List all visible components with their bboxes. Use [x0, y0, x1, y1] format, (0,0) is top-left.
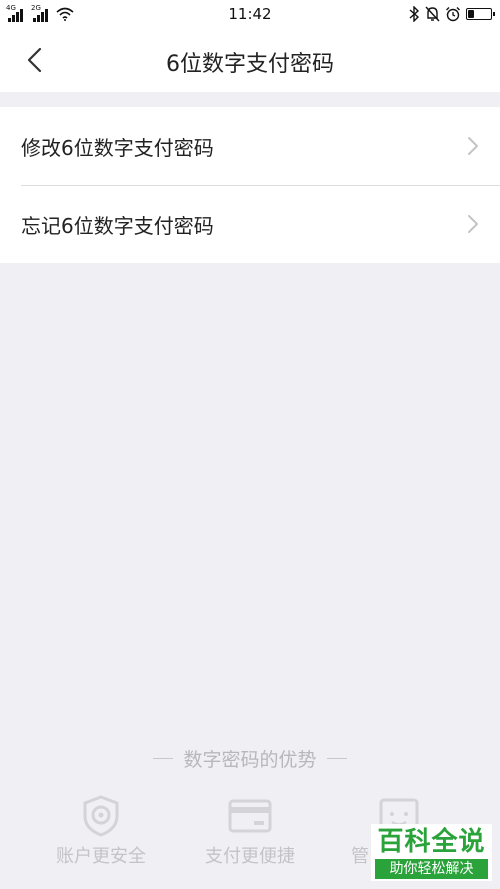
- chevron-right-icon: [468, 137, 478, 155]
- advantages-title-text: 数字密码的优势: [183, 749, 317, 771]
- alarm-icon: [446, 7, 460, 22]
- menu-item-change-password[interactable]: 修改6位数字支付密码: [0, 107, 500, 185]
- advantage-label: 支付更便捷: [205, 846, 295, 867]
- watermark-main-text: 百科全说: [377, 827, 486, 857]
- watermark-sub-text: 助你轻松解决: [375, 859, 488, 879]
- divider-line: [153, 758, 174, 759]
- watermark-logo: 百科全说 助你轻松解决: [371, 824, 492, 881]
- chevron-right-icon: [468, 215, 478, 233]
- page-title: 6位数字支付密码: [166, 52, 334, 77]
- nav-bar: 6位数字支付密码: [0, 28, 500, 92]
- status-bar: 4G 2G 11:42: [0, 0, 500, 28]
- menu-item-label: 修改6位数字支付密码: [21, 135, 214, 160]
- screen: 4G 2G 11:42 6位数字支付密码 修改6位数字支付密码 忘记6位数字支付…: [0, 0, 500, 889]
- menu-item-forgot-password[interactable]: 忘记6位数字支付密码: [0, 185, 500, 263]
- divider-line: [326, 758, 347, 759]
- status-right: [408, 4, 495, 24]
- bell-muted-icon: [425, 6, 440, 22]
- battery-icon: [466, 8, 495, 20]
- bluetooth-icon: [409, 6, 420, 22]
- advantage-item: 账户更安全: [41, 794, 161, 868]
- advantages-title: 数字密码的优势: [0, 745, 500, 772]
- card-icon: [228, 799, 272, 833]
- menu-list: 修改6位数字支付密码 忘记6位数字支付密码: [0, 107, 500, 263]
- shield-icon: [83, 795, 119, 837]
- menu-item-label: 忘记6位数字支付密码: [21, 213, 214, 238]
- battery-level: [468, 10, 474, 18]
- advantage-item: 支付更便捷: [190, 794, 310, 868]
- advantage-label: 账户更安全: [56, 846, 146, 867]
